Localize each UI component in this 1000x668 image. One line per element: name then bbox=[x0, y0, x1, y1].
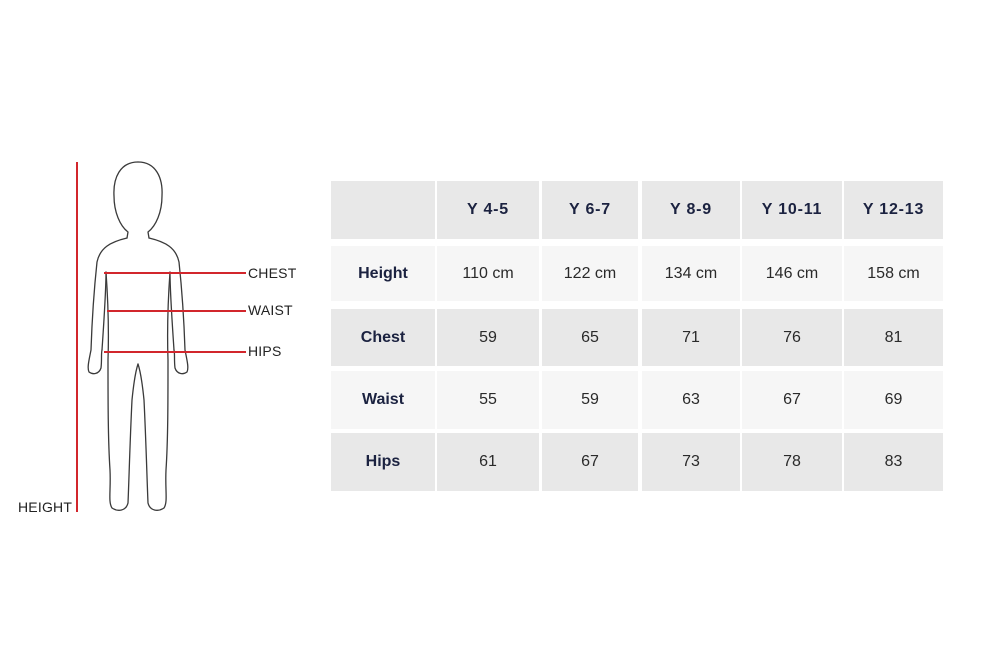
table-cell: 55 bbox=[437, 371, 539, 429]
waist-label: WAIST bbox=[248, 302, 293, 318]
row-header-cell: Chest bbox=[331, 309, 435, 366]
table-cell: 67 bbox=[742, 371, 842, 429]
size-header-cell: Y 6-7 bbox=[542, 181, 638, 239]
size-header-cell: Y 4-5 bbox=[437, 181, 539, 239]
table-cell: 110 cm bbox=[437, 246, 539, 301]
child-outline bbox=[87, 161, 189, 511]
table-cell: 63 bbox=[642, 371, 740, 429]
height-label: HEIGHT bbox=[18, 499, 73, 515]
table-cell: 59 bbox=[437, 309, 539, 366]
table-cell: 73 bbox=[642, 433, 740, 491]
table-cell: 71 bbox=[642, 309, 740, 366]
table-cell: 158 cm bbox=[844, 246, 943, 301]
row-header-cell: Hips bbox=[331, 433, 435, 491]
table-cell: 59 bbox=[542, 371, 638, 429]
child-silhouette-illustration bbox=[76, 161, 246, 512]
hips-label: HIPS bbox=[248, 343, 282, 359]
size-header-cell: Y 10-11 bbox=[742, 181, 842, 239]
size-chart-table: Y 4-5 Y 6-7 Y 8-9 Y 10-11 Y 12-13 Height 110 c… bbox=[331, 181, 943, 493]
row-header-cell: Height bbox=[331, 246, 435, 301]
size-header-cell: Y 12-13 bbox=[844, 181, 943, 239]
row-header-cell: Waist bbox=[331, 371, 435, 429]
child-measurement-figure: CHEST WAIST HIPS HEIGHT bbox=[0, 0, 320, 663]
chest-label: CHEST bbox=[248, 265, 297, 281]
table-cell: 76 bbox=[742, 309, 842, 366]
table-cell: 65 bbox=[542, 309, 638, 366]
table-cell: 146 cm bbox=[742, 246, 842, 301]
table-cell: 67 bbox=[542, 433, 638, 491]
table-cell: 81 bbox=[844, 309, 943, 366]
table-cell: 78 bbox=[742, 433, 842, 491]
table-corner-cell bbox=[331, 181, 435, 239]
table-cell: 61 bbox=[437, 433, 539, 491]
table-cell: 83 bbox=[844, 433, 943, 491]
size-header-cell: Y 8-9 bbox=[642, 181, 740, 239]
table-cell: 122 cm bbox=[542, 246, 638, 301]
table-cell: 134 cm bbox=[642, 246, 740, 301]
table-cell: 69 bbox=[844, 371, 943, 429]
